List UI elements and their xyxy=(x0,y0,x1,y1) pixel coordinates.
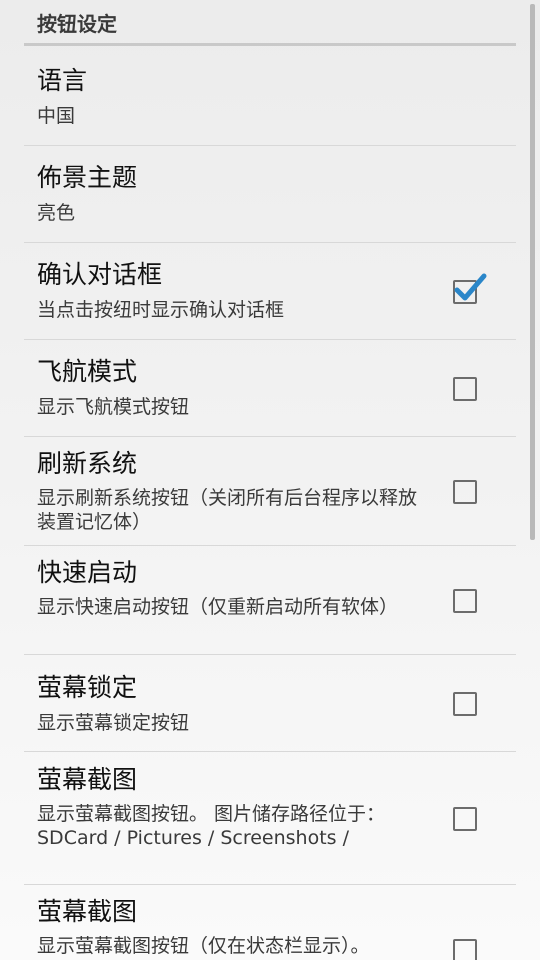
pref-summary: 显示萤幕截图按钮。 图片储存路径位于：SDCard / Pictures / S… xyxy=(37,803,386,849)
pref-screenshot[interactable]: 萤幕截图 显示萤幕截图按钮。 图片储存路径位于：SDCard / Picture… xyxy=(24,752,516,885)
pref-title: 飞航模式 xyxy=(37,357,138,386)
scrollbar[interactable] xyxy=(530,4,535,540)
section-title: 按钮设定 xyxy=(37,12,117,36)
pref-summary: 显示萤幕截图按钮（仅在状态栏显示）。 xyxy=(37,935,370,957)
pref-title: 佈景主题 xyxy=(37,163,138,192)
pref-summary: 显示刷新系统按钮（关闭所有后台程序以释放装置记忆体） xyxy=(37,487,418,533)
pref-screen-lock[interactable]: 萤幕锁定 显示萤幕锁定按钮 xyxy=(24,655,516,752)
airplane-mode-checkbox[interactable] xyxy=(453,377,477,401)
pref-screenshot-statusbar[interactable]: 萤幕截图 显示萤幕截图按钮（仅在状态栏显示）。 xyxy=(24,885,516,960)
pref-title: 萤幕锁定 xyxy=(37,673,138,702)
pref-summary: 当点击按纽时显示确认对话框 xyxy=(37,299,285,321)
screenshot-checkbox[interactable] xyxy=(453,807,477,831)
pref-confirm-dialog[interactable]: 确认对话框 当点击按纽时显示确认对话框 xyxy=(24,243,516,340)
pref-refresh-system[interactable]: 刷新系统 显示刷新系统按钮（关闭所有后台程序以释放装置记忆体） xyxy=(24,437,516,546)
preferences-list: 语言 中国 佈景主题 亮色 确认对话框 当点击按纽时显示确认对话框 飞航模式 显… xyxy=(0,49,540,960)
pref-title: 确认对话框 xyxy=(37,260,163,289)
quick-restart-checkbox[interactable] xyxy=(453,589,477,613)
pref-title: 语言 xyxy=(37,66,88,95)
confirm-dialog-checkbox[interactable] xyxy=(453,273,487,304)
pref-theme[interactable]: 佈景主题 亮色 xyxy=(24,146,516,243)
refresh-system-checkbox[interactable] xyxy=(453,480,477,504)
check-icon xyxy=(454,273,487,301)
pref-summary: 显示飞航模式按钮 xyxy=(37,396,190,418)
section-header: 按钮设定 xyxy=(24,0,516,46)
pref-title: 萤幕截图 xyxy=(37,897,138,926)
settings-screen: 按钮设定 语言 中国 佈景主题 亮色 确认对话框 当点击按纽时显示确认对话框 飞… xyxy=(0,0,540,960)
pref-summary: 显示快速启动按钮（仅重新启动所有软体） xyxy=(37,596,399,618)
pref-summary: 显示萤幕锁定按钮 xyxy=(37,712,190,734)
screenshot-statusbar-checkbox[interactable] xyxy=(453,939,477,960)
pref-summary: 中国 xyxy=(37,105,76,127)
pref-language[interactable]: 语言 中国 xyxy=(24,49,516,146)
pref-airplane-mode[interactable]: 飞航模式 显示飞航模式按钮 xyxy=(24,340,516,437)
pref-title: 刷新系统 xyxy=(37,449,138,478)
pref-title: 萤幕截图 xyxy=(37,765,138,794)
pref-title: 快速启动 xyxy=(37,558,138,587)
pref-summary: 亮色 xyxy=(37,202,76,224)
pref-quick-restart[interactable]: 快速启动 显示快速启动按钮（仅重新启动所有软体） xyxy=(24,546,516,655)
screen-lock-checkbox[interactable] xyxy=(453,692,477,716)
